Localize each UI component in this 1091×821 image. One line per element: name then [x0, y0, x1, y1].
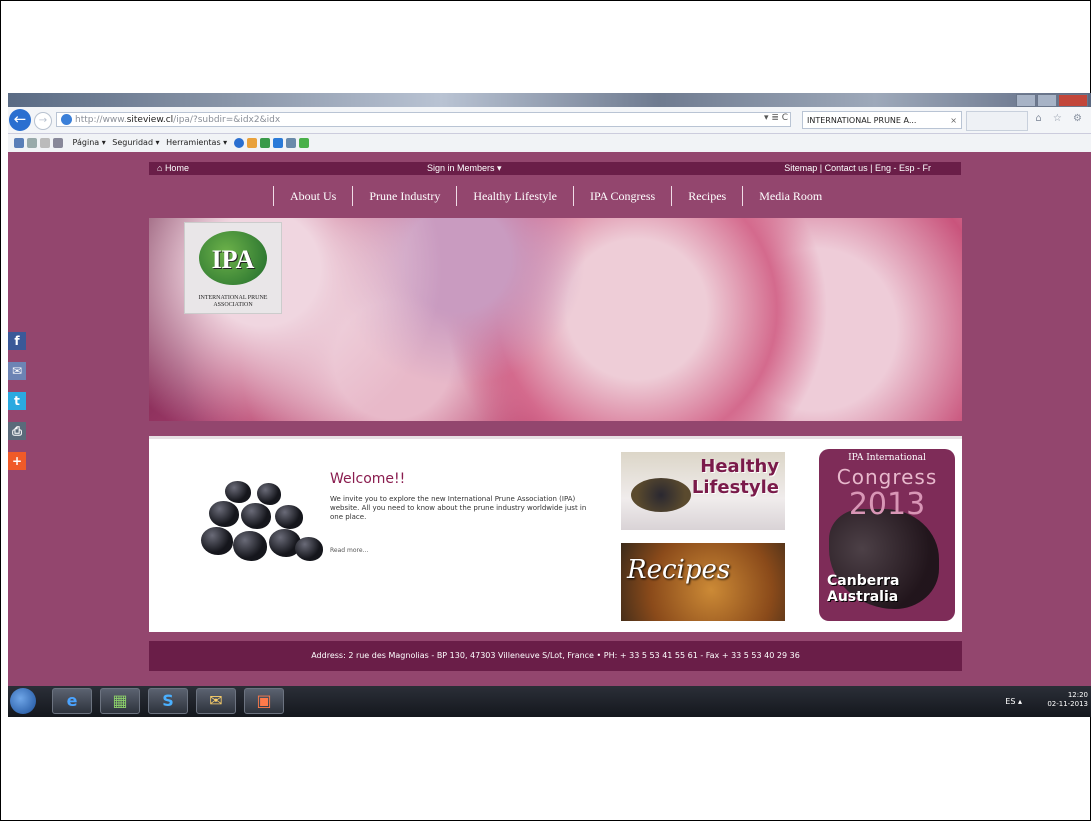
taskbar-app-button[interactable]: ▦ — [100, 688, 140, 714]
home-favorites-settings-icon[interactable]: ⌂ ☆ ⚙ — [1035, 113, 1086, 124]
recipes-label: Recipes — [627, 555, 731, 585]
taskbar-outlook-button[interactable]: ✉ — [196, 688, 236, 714]
nav-ipa-congress[interactable]: IPA Congress — [572, 186, 671, 206]
content-panel: Welcome!! We invite you to explore the n… — [149, 436, 962, 632]
sign-in-link[interactable]: Sign in Members ▾ — [427, 162, 502, 175]
hero-banner: IPA INTERNATIONAL PRUNE ASSOCIATION — [149, 218, 962, 421]
healthy-lifestyle-promo[interactable]: Healthy Lifestyle — [621, 452, 785, 530]
forward-button[interactable]: → — [34, 112, 52, 130]
congress-promo[interactable]: IPA International Congress 2013 Canberra… — [819, 449, 955, 621]
recipes-promo[interactable]: Recipes — [621, 543, 785, 621]
social-share-bar: f ✉ t ⎙ + — [8, 332, 26, 482]
menu-pagina[interactable]: Página ▾ — [73, 138, 106, 147]
sign-in-label: Sign in Members — [427, 163, 495, 173]
address-row: ← → http://www.siteview.cl/ipa/?subdir=&… — [8, 107, 1091, 134]
screenshot: ← → http://www.siteview.cl/ipa/?subdir=&… — [8, 93, 1091, 717]
window-title-strip — [8, 93, 1091, 107]
logo-name: INTERNATIONAL PRUNE ASSOCIATION — [198, 295, 268, 308]
back-button[interactable]: ← — [9, 109, 31, 131]
feeds-icon[interactable] — [27, 137, 37, 148]
menu-seguridad[interactable]: Seguridad ▾ — [112, 138, 159, 147]
home-link-label: Home — [164, 163, 189, 173]
congress-location: Canberra Australia — [827, 573, 900, 605]
home-icon[interactable] — [14, 137, 24, 148]
menu-herramientas[interactable]: Herramientas ▾ — [166, 138, 227, 147]
clock-date: 02-11-2013 — [1047, 700, 1088, 708]
start-button[interactable] — [10, 688, 36, 714]
window-controls — [1016, 94, 1088, 107]
clock-time: 12:20 — [1067, 691, 1088, 699]
main-nav: About Us Prune Industry Healthy Lifestyl… — [273, 186, 838, 206]
site-topbar: ⌂ Home Sign in Members ▾ Sitemap | Conta… — [149, 162, 961, 175]
logo-letters: IPA — [211, 245, 255, 274]
addon-icon[interactable] — [259, 137, 270, 148]
nav-prune-industry[interactable]: Prune Industry — [352, 186, 456, 206]
tab-title: INTERNATIONAL PRUNE A... — [807, 116, 917, 125]
ie-page-icon — [61, 114, 72, 125]
url-prefix: http://www. — [75, 115, 127, 125]
new-tab-button[interactable] — [966, 111, 1028, 131]
url-host: siteview.cl — [126, 115, 174, 125]
minimize-icon[interactable] — [1016, 94, 1036, 107]
site-footer: Address: 2 rue des Magnolias - BP 130, 4… — [149, 641, 962, 671]
home-link[interactable]: ⌂ Home — [157, 162, 189, 175]
clock[interactable]: 12:20 02-11-2013 — [1047, 691, 1088, 709]
maximize-icon[interactable] — [1037, 94, 1057, 107]
taskbar-powerpoint-button[interactable]: ▣ — [244, 688, 284, 714]
website: f ✉ t ⎙ + ⌂ Home Sign in Members ▾ Sitemap |… — [8, 152, 1091, 686]
congress-line2: Congress — [836, 465, 938, 489]
language-indicator[interactable]: ES ▴ — [1005, 697, 1022, 706]
help-icon[interactable] — [233, 137, 244, 148]
ipa-logo[interactable]: IPA INTERNATIONAL PRUNE ASSOCIATION — [184, 222, 282, 314]
congress-line1: IPA International — [848, 453, 926, 463]
congress-year: 2013 — [848, 487, 926, 522]
address-bar[interactable]: http://www.siteview.cl/ipa/?subdir=&idx2… — [56, 112, 791, 127]
topbar-links[interactable]: Sitemap | Contact us | Eng - Esp - Fr — [784, 162, 931, 175]
taskbar-skype-button[interactable]: S — [148, 688, 188, 714]
facebook-icon[interactable]: f — [8, 332, 26, 350]
nav-healthy-lifestyle[interactable]: Healthy Lifestyle — [456, 186, 573, 206]
nav-about-us[interactable]: About Us — [273, 186, 352, 206]
command-bar: Página ▾ Seguridad ▾ Herramientas ▾ — [8, 134, 1091, 153]
tab-ipa[interactable]: INTERNATIONAL PRUNE A... × — [802, 111, 962, 129]
addon-icon[interactable] — [246, 137, 257, 148]
nav-recipes[interactable]: Recipes — [671, 186, 742, 206]
skype-icon[interactable] — [272, 137, 283, 148]
print-icon[interactable]: ⎙ — [8, 422, 26, 440]
welcome-title: Welcome!! — [330, 471, 406, 487]
prunes-image — [195, 479, 325, 569]
print-icon[interactable] — [53, 137, 63, 148]
addon-icon[interactable] — [285, 137, 296, 148]
email-icon[interactable]: ✉ — [8, 362, 26, 380]
close-icon[interactable] — [1058, 94, 1088, 107]
twitter-icon[interactable]: t — [8, 392, 26, 410]
read-more-link[interactable]: Read more... — [330, 547, 368, 554]
welcome-text: We invite you to explore the new Interna… — [330, 495, 587, 521]
tab-close-icon[interactable]: × — [950, 112, 957, 128]
taskbar-ie-button[interactable]: e — [52, 688, 92, 714]
taskbar: e ▦ S ✉ ▣ ES ▴ 12:20 02-11-2013 — [8, 686, 1091, 717]
nav-media-room[interactable]: Media Room — [742, 186, 838, 206]
refresh-icon[interactable]: ▾ ≣ C — [764, 113, 788, 123]
document-frame: ← → http://www.siteview.cl/ipa/?subdir=&… — [0, 0, 1091, 821]
addon-icon[interactable] — [298, 137, 309, 148]
healthy-lifestyle-label: Healthy Lifestyle — [691, 456, 779, 498]
mail-icon[interactable] — [40, 137, 50, 148]
url-path: /ipa/?subdir=&idx2&idx — [173, 115, 281, 125]
share-plus-icon[interactable]: + — [8, 452, 26, 470]
